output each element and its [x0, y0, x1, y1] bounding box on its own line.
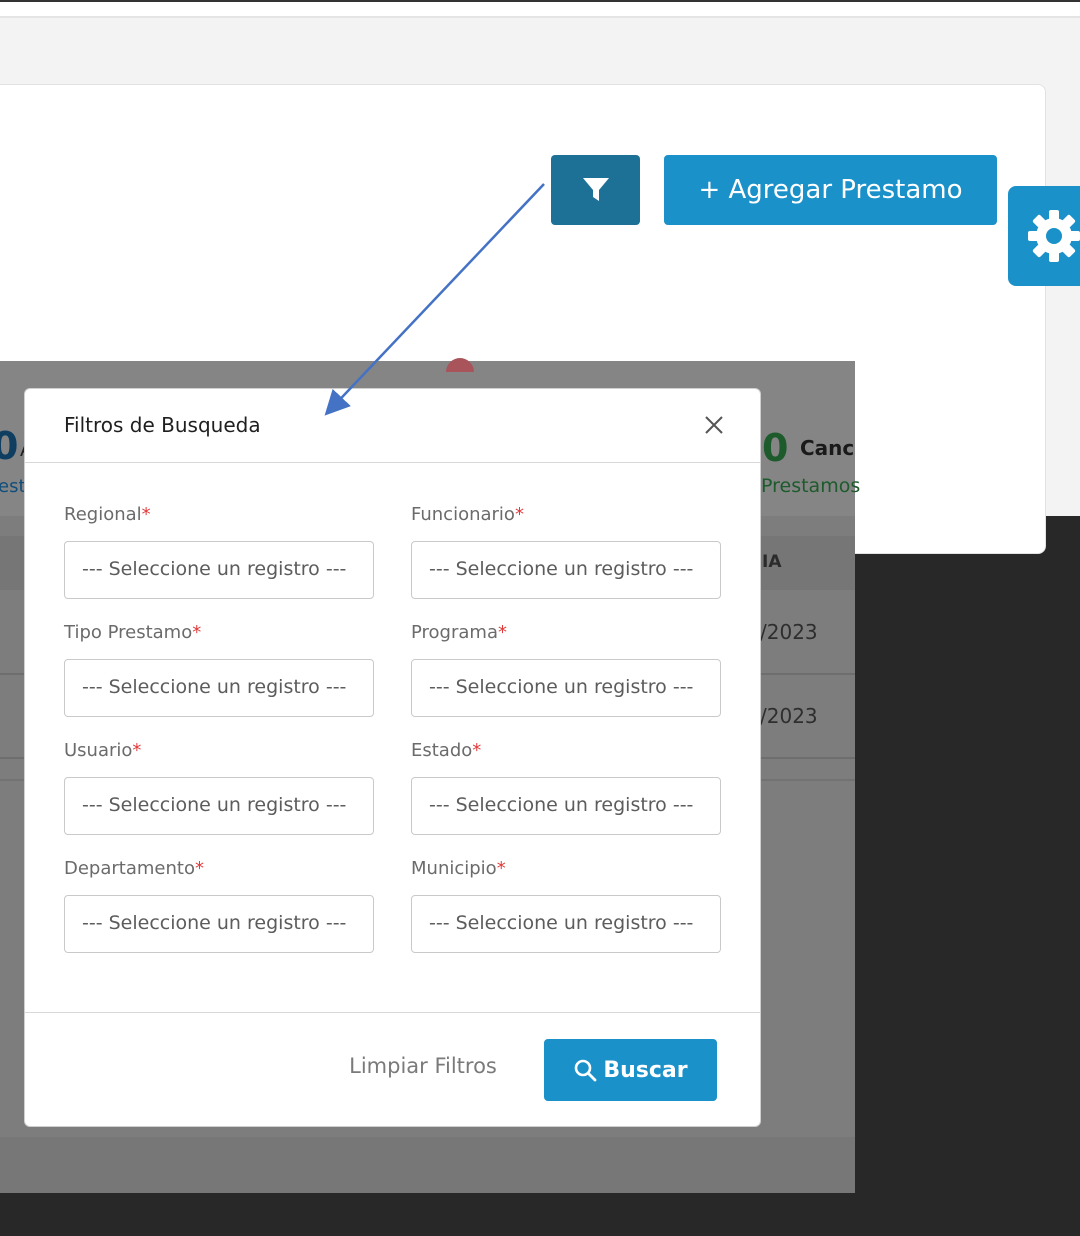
estado-label: Estado* — [411, 740, 482, 761]
filter-icon — [582, 178, 609, 201]
backdrop-footer — [0, 1137, 855, 1193]
tipo-prestamo-select[interactable]: --- Seleccione un registro --- — [64, 659, 374, 717]
search-button[interactable]: Buscar — [544, 1039, 717, 1101]
modal-header: Filtros de Busqueda — [25, 389, 760, 463]
departamento-select[interactable]: --- Seleccione un registro --- — [64, 895, 374, 953]
stat-number-right: 0 — [762, 426, 789, 470]
municipio-select[interactable]: --- Seleccione un registro --- — [411, 895, 721, 953]
regional-select[interactable]: --- Seleccione un registro --- — [64, 541, 374, 599]
search-button-label: Buscar — [603, 1057, 688, 1083]
usuario-label: Usuario* — [64, 740, 142, 761]
estado-select[interactable]: --- Seleccione un registro --- — [411, 777, 721, 835]
municipio-label: Municipio* — [411, 858, 506, 879]
table-header-partial: IA — [762, 552, 782, 572]
row-date: /2023 — [760, 704, 818, 728]
top-bar — [0, 0, 1080, 18]
funcionario-label: Funcionario* — [411, 504, 524, 525]
clear-filters-button[interactable]: Limpiar Filtros — [343, 1054, 503, 1088]
stat-number-left: 0 — [0, 424, 19, 468]
filters-modal: Filtros de Busqueda Regional* --- Selecc… — [24, 388, 761, 1127]
programa-label: Programa* — [411, 622, 507, 643]
settings-button[interactable] — [1008, 186, 1080, 286]
add-loan-button[interactable]: + Agregar Prestamo — [664, 155, 997, 225]
search-icon — [575, 1059, 597, 1082]
programa-select[interactable]: --- Seleccione un registro --- — [411, 659, 721, 717]
departamento-label: Departamento* — [64, 858, 204, 879]
close-button[interactable] — [703, 414, 725, 436]
stat-label-right: Canc — [800, 436, 855, 460]
close-icon — [705, 416, 723, 434]
stat-sub-right: Prestamos — [761, 475, 861, 497]
row-date: /2023 — [760, 620, 818, 644]
tipo-prestamo-label: Tipo Prestamo* — [64, 622, 202, 643]
stat-sub-left: est — [0, 476, 26, 497]
funcionario-select[interactable]: --- Seleccione un registro --- — [411, 541, 721, 599]
regional-label: Regional* — [64, 504, 151, 525]
gear-icon — [1028, 210, 1080, 262]
modal-title: Filtros de Busqueda — [64, 413, 261, 437]
filter-button[interactable] — [551, 155, 640, 225]
modal-footer-divider — [25, 1012, 760, 1013]
usuario-select[interactable]: --- Seleccione un registro --- — [64, 777, 374, 835]
